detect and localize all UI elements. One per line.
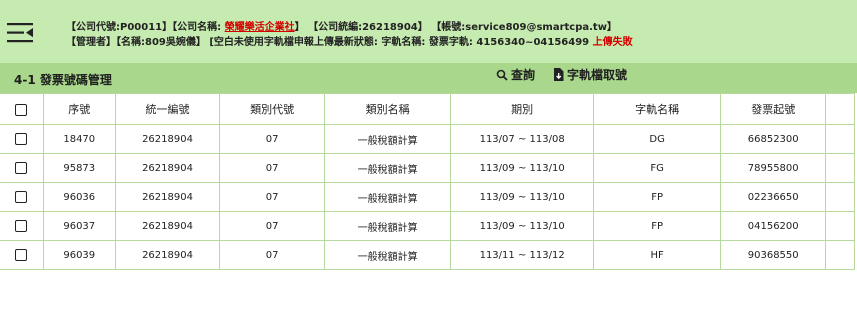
company-tax-id: 【公司統編:26218904】 (308, 22, 428, 33)
company-info: 【公司代號:P00011】【公司名稱: 榮耀樂活企業社】 【公司統編:26218… (66, 20, 633, 50)
cell-category-code: 07 (219, 240, 325, 270)
cell-serial: 96036 (42, 182, 116, 212)
table-row[interactable]: 95873 26218904 07 一般稅額計算 113/09 ~ 113/10… (0, 153, 855, 183)
cell-serial: 95873 (42, 153, 116, 183)
cell-serial: 96039 (42, 240, 116, 270)
cell-track-name: FG (592, 153, 722, 183)
cell-tax-id: 26218904 (114, 124, 221, 154)
cell-start-number: 90368550 (720, 240, 827, 270)
company-name-close: 】 (294, 22, 305, 33)
header-bar: 【公司代號:P00011】【公司名稱: 榮耀樂活企業社】 【公司統編:26218… (0, 0, 857, 63)
cell-period: 113/07 ~ 113/08 (450, 124, 594, 154)
cell-category-name: 一般稅額計算 (323, 211, 452, 241)
cell-category-code: 07 (219, 153, 325, 183)
cell-overflow (825, 211, 855, 241)
cell-overflow (825, 124, 855, 154)
row-select-cell (0, 153, 44, 183)
cell-start-number: 66852300 (720, 124, 827, 154)
company-info-line2: 【管理者】【名稱:809吳婉儀】 [空白未使用字軌檔申報上傳最新狀態: 字軌名稱… (66, 35, 633, 50)
row-checkbox[interactable] (14, 220, 27, 232)
column-header: 字軌名稱 (592, 93, 722, 125)
column-header-overflow (825, 93, 855, 125)
manager-info: 【管理者】【名稱:809吳婉儀】 (66, 37, 206, 48)
query-button[interactable]: 查詢 (496, 66, 535, 83)
cell-tax-id: 26218904 (114, 182, 221, 212)
row-select-cell (0, 211, 44, 241)
cell-period: 113/11 ~ 113/12 (450, 240, 594, 270)
company-name-link[interactable]: 榮耀樂活企業社 (225, 22, 295, 33)
cell-overflow (825, 153, 855, 183)
cell-start-number: 78955800 (720, 153, 827, 183)
cell-start-number: 02236650 (720, 182, 827, 212)
cell-overflow (825, 240, 855, 270)
cell-overflow (825, 182, 855, 212)
select-all-checkbox[interactable] (14, 103, 27, 116)
cell-track-name: FP (592, 211, 722, 241)
row-checkbox[interactable] (14, 162, 27, 174)
cell-category-name: 一般稅額計算 (323, 240, 452, 270)
account-email: 【帳號:service809@smartcpa.tw】 (431, 22, 617, 33)
cell-track-name: HF (592, 240, 722, 270)
cell-tax-id: 26218904 (114, 211, 221, 241)
table-header-row: 序號 統一編號 類別代號 類別名稱 期別 字軌名稱 發票起號 (0, 93, 855, 125)
cell-period: 113/09 ~ 113/10 (450, 211, 594, 241)
fetch-track-label: 字軌檔取號 (567, 68, 628, 82)
table-row[interactable]: 96039 26218904 07 一般稅額計算 113/11 ~ 113/12… (0, 240, 855, 270)
title-bar: 4-1 發票號碼管理 查詢 字軌檔取號 (0, 63, 857, 93)
row-select-cell (0, 240, 44, 270)
query-label: 查詢 (511, 68, 536, 82)
column-header: 發票起號 (720, 93, 827, 125)
row-select-cell (0, 124, 44, 154)
cell-period: 113/09 ~ 113/10 (450, 153, 594, 183)
column-header: 類別代號 (219, 93, 325, 125)
column-header: 類別名稱 (323, 93, 452, 125)
upload-status-label: [空白未使用字軌檔申報上傳最新狀態: 字軌名稱: 發票字軌: 4156340~0… (209, 37, 593, 48)
cell-category-name: 一般稅額計算 (323, 124, 452, 154)
cell-serial: 96037 (42, 211, 116, 241)
file-download-icon (554, 68, 564, 81)
column-header: 序號 (42, 93, 116, 125)
company-info-line1: 【公司代號:P00011】【公司名稱: 榮耀樂活企業社】 【公司統編:26218… (66, 20, 633, 35)
select-all-cell (0, 93, 44, 125)
row-checkbox[interactable] (14, 191, 27, 203)
cell-start-number: 04156200 (720, 211, 827, 241)
cell-period: 113/09 ~ 113/10 (450, 182, 594, 212)
cell-category-name: 一般稅額計算 (323, 182, 452, 212)
column-header: 統一編號 (114, 93, 221, 125)
table-row[interactable]: 18470 26218904 07 一般稅額計算 113/07 ~ 113/08… (0, 124, 855, 154)
cell-category-name: 一般稅額計算 (323, 153, 452, 183)
fetch-track-button[interactable]: 字軌檔取號 (553, 66, 627, 83)
cell-category-code: 07 (219, 182, 325, 212)
company-name-label: 【公司名稱: (172, 22, 225, 33)
cell-category-code: 07 (219, 211, 325, 241)
cell-tax-id: 26218904 (114, 240, 221, 270)
row-checkbox[interactable] (14, 133, 27, 145)
cell-category-code: 07 (219, 124, 325, 154)
cell-track-name: FP (592, 182, 722, 212)
company-code: 【公司代號:P00011】 (66, 22, 173, 33)
invoice-number-table: 序號 統一編號 類別代號 類別名稱 期別 字軌名稱 發票起號 18470 262… (0, 93, 855, 270)
table-row[interactable]: 96036 26218904 07 一般稅額計算 113/09 ~ 113/10… (0, 182, 855, 212)
menu-collapse-icon[interactable] (6, 21, 36, 45)
row-select-cell (0, 182, 44, 212)
search-icon (496, 69, 508, 81)
cell-serial: 18470 (42, 124, 116, 154)
row-checkbox[interactable] (14, 249, 27, 261)
cell-tax-id: 26218904 (114, 153, 221, 183)
column-header: 期別 (450, 93, 594, 125)
page-title: 4-1 發票號碼管理 (14, 73, 112, 87)
upload-status-value: 上傳失敗 (592, 37, 633, 48)
cell-track-name: DG (592, 124, 722, 154)
table-row[interactable]: 96037 26218904 07 一般稅額計算 113/09 ~ 113/10… (0, 211, 855, 241)
